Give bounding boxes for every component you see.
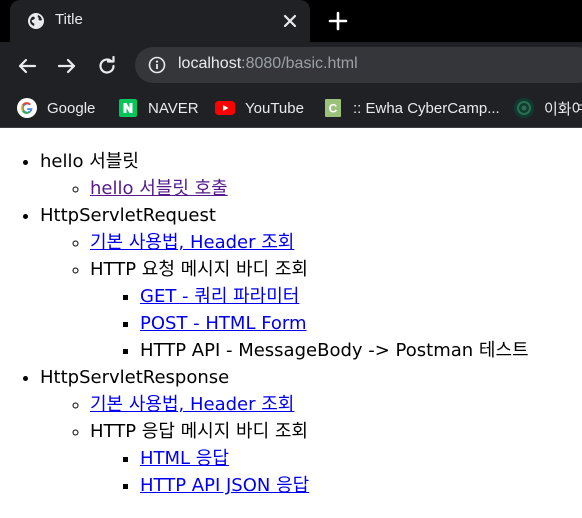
html-response-link[interactable]: HTML 응답 — [140, 448, 229, 469]
tab-title: Title — [55, 11, 83, 28]
bookmark-label: 이화여 — [544, 100, 582, 118]
sub-sub-list: GET - 쿼리 파라미터 POST - HTML Form HTTP API … — [90, 283, 582, 364]
list-item: hello 서블릿 hello 서블릿 호출 — [40, 148, 582, 202]
globe-icon — [28, 13, 44, 29]
url-path: :8080/basic.html — [241, 55, 358, 72]
sub-list: 기본 사용법, Header 조회 HTTP 요청 메시지 바디 조회 GET … — [40, 229, 582, 364]
list-item: POST - HTML Form — [140, 310, 582, 337]
get-query-param-link[interactable]: GET - 쿼리 파라미터 — [140, 286, 299, 307]
address-bar[interactable]: localhost:8080/basic.html — [135, 47, 582, 83]
google-icon — [17, 98, 37, 118]
bookmarks-bar: Google NAVER YouTube C :: Ewha CyberCamp… — [0, 89, 582, 128]
bookmark-naver[interactable]: NAVER — [118, 97, 199, 119]
list-item: HTTP API - MessageBody -> Postman 테스트 — [140, 337, 582, 364]
section-heading: HttpServletResponse — [40, 367, 230, 388]
bookmark-label: Google — [47, 99, 96, 117]
svg-text:C: C — [329, 102, 338, 116]
url-host: localhost — [178, 55, 242, 72]
subsection-heading: HTTP 응답 메시지 바디 조회 — [90, 421, 308, 442]
response-header-link[interactable]: 기본 사용법, Header 조회 — [90, 394, 294, 415]
tab-strip: Title — [0, 0, 582, 42]
bookmark-label: YouTube — [245, 99, 304, 117]
hello-servlet-link[interactable]: hello 서블릿 호출 — [90, 178, 228, 199]
message-body-text: HTTP API - MessageBody -> Postman 테스트 — [140, 340, 529, 361]
bookmark-label: NAVER — [148, 99, 199, 117]
list-item: hello 서블릿 호출 — [90, 175, 582, 202]
bookmark-youtube[interactable]: YouTube — [215, 97, 304, 119]
naver-icon — [118, 98, 138, 118]
bookmark-cybercamp[interactable]: C :: Ewha CyberCamp... — [323, 97, 500, 119]
sub-list: hello 서블릿 호출 — [40, 175, 582, 202]
list-item: 기본 사용법, Header 조회 — [90, 391, 582, 418]
sub-sub-list: HTML 응답 HTTP API JSON 응답 — [90, 445, 582, 499]
url-text[interactable]: localhost:8080/basic.html — [178, 55, 358, 73]
list-item: HttpServletResponse 기본 사용법, Header 조회 HT… — [40, 364, 582, 499]
list-item: 기본 사용법, Header 조회 — [90, 229, 582, 256]
bookmark-ewha[interactable]: 이화여 — [514, 97, 582, 119]
forward-arrow-icon[interactable] — [56, 55, 78, 77]
cybercamp-icon: C — [323, 98, 343, 118]
section-heading: HttpServletRequest — [40, 205, 216, 226]
list-item: HttpServletRequest 기본 사용법, Header 조회 HTT… — [40, 202, 582, 364]
list-item: GET - 쿼리 파라미터 — [140, 283, 582, 310]
browser-toolbar: localhost:8080/basic.html — [0, 42, 582, 89]
sub-list: 기본 사용법, Header 조회 HTTP 응답 메시지 바디 조회 HTML… — [40, 391, 582, 499]
bookmark-google[interactable]: Google — [17, 97, 95, 119]
request-header-link[interactable]: 기본 사용법, Header 조회 — [90, 232, 294, 253]
back-arrow-icon[interactable] — [16, 55, 38, 77]
new-tab-plus-icon[interactable] — [328, 11, 348, 31]
subsection-heading: HTTP 요청 메시지 바디 조회 — [90, 259, 308, 280]
list-item: HTTP 응답 메시지 바디 조회 HTML 응답 HTTP API JSON … — [90, 418, 582, 499]
list-item: HTML 응답 — [140, 445, 582, 472]
section-heading: hello 서블릿 — [40, 151, 139, 172]
api-json-response-link[interactable]: HTTP API JSON 응답 — [140, 475, 309, 496]
list-item: HTTP 요청 메시지 바디 조회 GET - 쿼리 파라미터 POST - H… — [90, 256, 582, 364]
info-icon[interactable] — [148, 56, 166, 74]
servlet-list: hello 서블릿 hello 서블릿 호출 HttpServletReques… — [0, 148, 582, 499]
browser-tab[interactable]: Title — [10, 0, 310, 42]
reload-icon[interactable] — [96, 55, 118, 77]
page-content: hello 서블릿 hello 서블릿 호출 HttpServletReques… — [0, 148, 582, 499]
post-html-form-link[interactable]: POST - HTML Form — [140, 313, 307, 334]
ewha-icon — [514, 98, 534, 118]
youtube-icon — [215, 98, 235, 118]
list-item: HTTP API JSON 응답 — [140, 472, 582, 499]
close-icon[interactable] — [280, 11, 300, 31]
bookmark-label: :: Ewha CyberCamp... — [353, 99, 500, 117]
